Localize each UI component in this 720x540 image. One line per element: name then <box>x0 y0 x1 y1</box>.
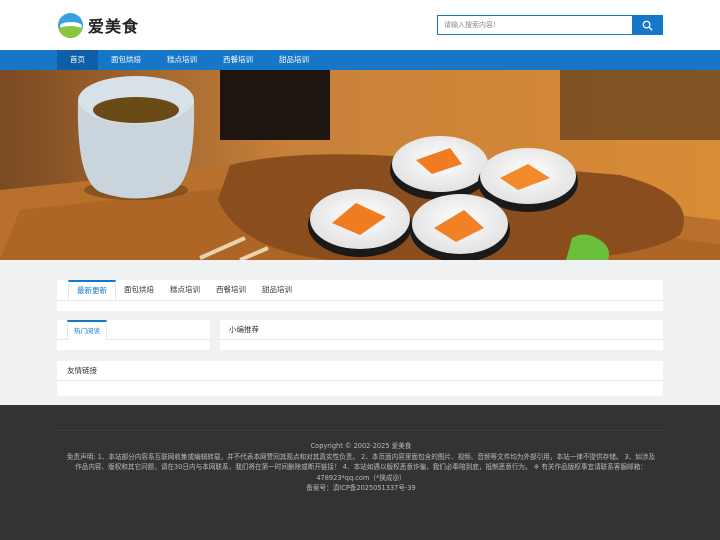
search-icon <box>642 20 652 30</box>
category-tabs: 最新更新 面包烘焙 糕点培训 西餐培训 甜品培训 <box>57 280 663 301</box>
tab-dessert[interactable]: 甜品培训 <box>254 280 300 301</box>
recommend-panel: 小编推荐 <box>220 320 663 350</box>
tab-content <box>57 301 663 311</box>
site-name: 爱美食 <box>88 17 140 36</box>
nav-item-pastry[interactable]: 糕点培训 <box>154 50 210 70</box>
footer: Copyright © 2002-2025 爱美食 免责声明: 1、本站部分内容… <box>0 405 720 540</box>
search-bar <box>437 15 663 35</box>
search-input[interactable] <box>438 16 632 34</box>
nav-item-western[interactable]: 西餐培训 <box>210 50 266 70</box>
tab-pastry[interactable]: 糕点培训 <box>162 280 208 301</box>
footer-copyright: Copyright © 2002-2025 爱美食 <box>310 442 412 450</box>
logo-icon <box>58 12 83 38</box>
tab-hot-reading[interactable]: 热门阅读 <box>67 320 107 340</box>
main-nav: 首页 面包烘焙 糕点培训 西餐培训 甜品培训 <box>0 50 720 70</box>
footer-icp[interactable]: 备案号：滇ICP备2025051337号-39 <box>66 483 656 494</box>
footer-divider <box>57 430 663 431</box>
tab-latest[interactable]: 最新更新 <box>68 280 116 301</box>
friend-links-panel: 友情链接 <box>57 361 663 396</box>
footer-disclaimer: 免责声明: 1、本站部分内容系互联网收集或编辑转载，并不代表本网赞同其观点和对其… <box>66 452 656 482</box>
nav-item-bread[interactable]: 面包烘焙 <box>98 50 154 70</box>
tab-bread[interactable]: 面包烘焙 <box>116 280 162 301</box>
hot-reading-panel: 热门阅读 <box>57 320 210 350</box>
header: 爱美食 <box>0 0 720 50</box>
tab-western[interactable]: 西餐培训 <box>208 280 254 301</box>
nav-item-home[interactable]: 首页 <box>57 50 98 70</box>
banner-image[interactable] <box>0 70 720 260</box>
site-logo[interactable]: 爱美食 <box>58 12 139 38</box>
recommend-title: 小编推荐 <box>220 320 663 340</box>
nav-item-dessert[interactable]: 甜品培训 <box>266 50 322 70</box>
friend-links-title: 友情链接 <box>57 361 663 381</box>
search-button[interactable] <box>632 16 662 34</box>
